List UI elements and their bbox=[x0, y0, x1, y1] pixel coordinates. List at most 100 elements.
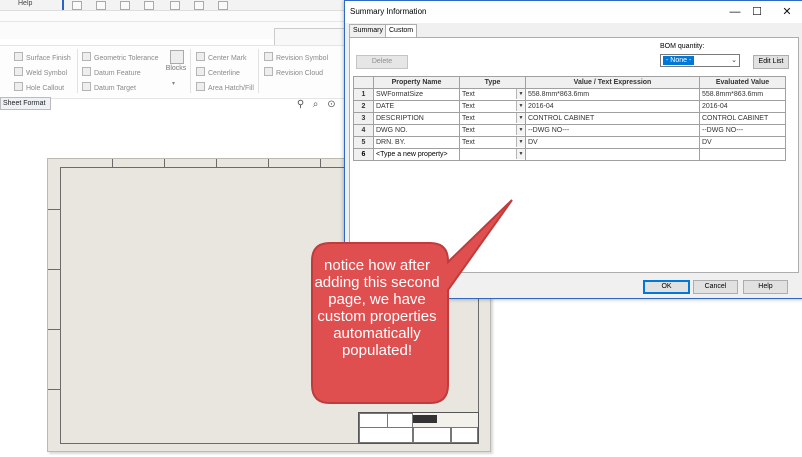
value-expression-cell[interactable]: --DWG NO--- bbox=[525, 124, 700, 137]
type-cell[interactable]: Text ▼ bbox=[459, 136, 526, 149]
type-cell[interactable]: Text ▼ bbox=[459, 112, 526, 125]
type-value: Text bbox=[462, 127, 475, 134]
datum-feature-label: Datum Feature bbox=[94, 70, 141, 77]
revision-symbol-tool[interactable]: Revision Symbol bbox=[264, 52, 328, 62]
title-block-cell bbox=[387, 413, 413, 428]
type-cell[interactable]: Text ▼ bbox=[459, 124, 526, 137]
ribbon-search-tab[interactable] bbox=[274, 28, 348, 45]
maximize-icon[interactable]: ☐ bbox=[749, 5, 765, 19]
type-value: Text bbox=[462, 115, 475, 122]
tab-summary[interactable]: Summary bbox=[349, 24, 387, 37]
evaluated-value-cell: 2016-04 bbox=[699, 100, 786, 113]
zone-tick bbox=[112, 159, 113, 167]
table-row-new-property: 6 <Type a new property> ▼ bbox=[353, 148, 786, 161]
property-name-cell[interactable]: DRN. BY. bbox=[373, 136, 460, 149]
chevron-down-icon[interactable]: ▼ bbox=[516, 125, 525, 135]
delete-button[interactable]: Delete bbox=[356, 55, 408, 69]
title-block-cell bbox=[359, 413, 389, 428]
property-name-cell[interactable]: DESCRIPTION bbox=[373, 112, 460, 125]
ok-button[interactable]: OK bbox=[643, 280, 690, 294]
blocks-tool[interactable]: Blocks ▾ bbox=[164, 48, 188, 92]
header-type[interactable]: Type bbox=[459, 76, 526, 89]
minimize-icon[interactable]: — bbox=[727, 5, 743, 19]
value-expression-cell[interactable]: 2016-04 bbox=[525, 100, 700, 113]
row-number[interactable]: 2 bbox=[353, 100, 374, 113]
zone-tick bbox=[164, 159, 165, 167]
value-expression-cell[interactable]: 558.8mm*863.6mm bbox=[525, 88, 700, 101]
title-block-cell bbox=[451, 427, 478, 443]
ribbon-separator bbox=[258, 49, 259, 93]
header-value-expression[interactable]: Value / Text Expression bbox=[525, 76, 700, 89]
menu-help[interactable]: Help bbox=[18, 0, 32, 7]
property-name-cell[interactable]: SWFormatSize bbox=[373, 88, 460, 101]
area-hatch-tool[interactable]: Area Hatch/Fill bbox=[196, 82, 254, 92]
previous-view-icon[interactable]: ⊙ bbox=[326, 99, 337, 110]
close-icon[interactable]: ✕ bbox=[779, 5, 795, 19]
undo-icon[interactable] bbox=[170, 1, 180, 10]
open-icon[interactable] bbox=[96, 1, 106, 10]
datum-feature-tool[interactable]: Datum Feature bbox=[82, 67, 141, 77]
revision-cloud-tool[interactable]: Revision Cloud bbox=[264, 67, 323, 77]
row-number[interactable]: 1 bbox=[353, 88, 374, 101]
row-number[interactable]: 6 bbox=[353, 148, 374, 161]
surface-finish-icon bbox=[14, 52, 23, 61]
value-expression-cell[interactable] bbox=[525, 148, 700, 161]
chevron-down-icon[interactable]: ▼ bbox=[516, 137, 525, 147]
save-icon[interactable] bbox=[120, 1, 130, 10]
edit-list-button[interactable]: Edit List bbox=[753, 55, 789, 69]
zoom-to-fit-icon[interactable]: ⚲ bbox=[295, 99, 306, 110]
zoom-area-icon[interactable]: ⌕ bbox=[310, 99, 321, 110]
type-cell[interactable]: Text ▼ bbox=[459, 88, 526, 101]
value-expression-cell[interactable]: DV bbox=[525, 136, 700, 149]
help-button[interactable]: Help bbox=[743, 280, 788, 294]
header-row-number bbox=[353, 76, 374, 89]
property-name-cell[interactable]: DATE bbox=[373, 100, 460, 113]
center-mark-tool[interactable]: Center Mark bbox=[196, 52, 247, 62]
bom-quantity-select[interactable]: - None - ⌄ bbox=[660, 54, 740, 67]
chevron-down-icon[interactable]: ▼ bbox=[516, 113, 525, 123]
cancel-button[interactable]: Cancel bbox=[693, 280, 738, 294]
select-icon[interactable] bbox=[194, 1, 204, 10]
weld-symbol-tool[interactable]: Weld Symbol bbox=[14, 67, 67, 77]
surface-finish-tool[interactable]: Surface Finish bbox=[14, 52, 71, 62]
revision-cloud-icon bbox=[264, 67, 273, 76]
header-property-name[interactable]: Property Name bbox=[373, 76, 460, 89]
header-evaluated-value[interactable]: Evaluated Value bbox=[699, 76, 786, 89]
chevron-down-icon[interactable]: ▾ bbox=[172, 80, 175, 87]
new-property-name-input[interactable]: <Type a new property> bbox=[373, 148, 460, 161]
zone-tick bbox=[48, 209, 60, 210]
row-number[interactable]: 5 bbox=[353, 136, 374, 149]
dialog-title: Summary Information bbox=[350, 7, 427, 16]
value-expression-cell[interactable]: CONTROL CABINET bbox=[525, 112, 700, 125]
chevron-down-icon[interactable]: ▼ bbox=[516, 149, 525, 159]
new-doc-icon[interactable] bbox=[72, 1, 82, 10]
tab-custom[interactable]: Custom bbox=[385, 24, 418, 38]
type-value: Text bbox=[462, 139, 475, 146]
callout-text: notice how after adding this second page… bbox=[314, 257, 440, 359]
title-block bbox=[358, 412, 479, 444]
chevron-down-icon[interactable]: ▼ bbox=[516, 89, 525, 99]
print-icon[interactable] bbox=[144, 1, 154, 10]
row-number[interactable]: 3 bbox=[353, 112, 374, 125]
datum-target-tool[interactable]: Datum Target bbox=[82, 82, 136, 92]
summary-information-dialog: Summary Information — ☐ ✕ Summary Custom… bbox=[344, 0, 802, 299]
row-number[interactable]: 4 bbox=[353, 124, 374, 137]
company-logo bbox=[413, 415, 437, 423]
table-row: 5 DRN. BY. Text ▼ DV DV bbox=[353, 136, 786, 149]
table-row: 4 DWG NO. Text ▼ --DWG NO--- --DWG NO--- bbox=[353, 124, 786, 137]
evaluated-value-cell: DV bbox=[699, 136, 786, 149]
datum-target-label: Datum Target bbox=[94, 85, 136, 92]
geometric-tolerance-tool[interactable]: Geometric Tolerance bbox=[82, 52, 158, 62]
rebuild-icon[interactable] bbox=[218, 1, 228, 10]
dialog-titlebar[interactable]: Summary Information — ☐ ✕ bbox=[345, 1, 802, 23]
chevron-down-icon[interactable]: ▼ bbox=[516, 101, 525, 111]
hole-callout-tool[interactable]: Hole Callout bbox=[14, 82, 64, 92]
ribbon-separator bbox=[77, 49, 78, 93]
revision-symbol-label: Revision Symbol bbox=[276, 55, 329, 62]
property-name-cell[interactable]: DWG NO. bbox=[373, 124, 460, 137]
sheet-format-tab[interactable]: Sheet Format bbox=[0, 97, 51, 110]
centerline-tool[interactable]: Centerline bbox=[196, 67, 240, 77]
zone-tick bbox=[48, 329, 60, 330]
type-cell[interactable]: Text ▼ bbox=[459, 100, 526, 113]
type-cell[interactable]: ▼ bbox=[459, 148, 526, 161]
